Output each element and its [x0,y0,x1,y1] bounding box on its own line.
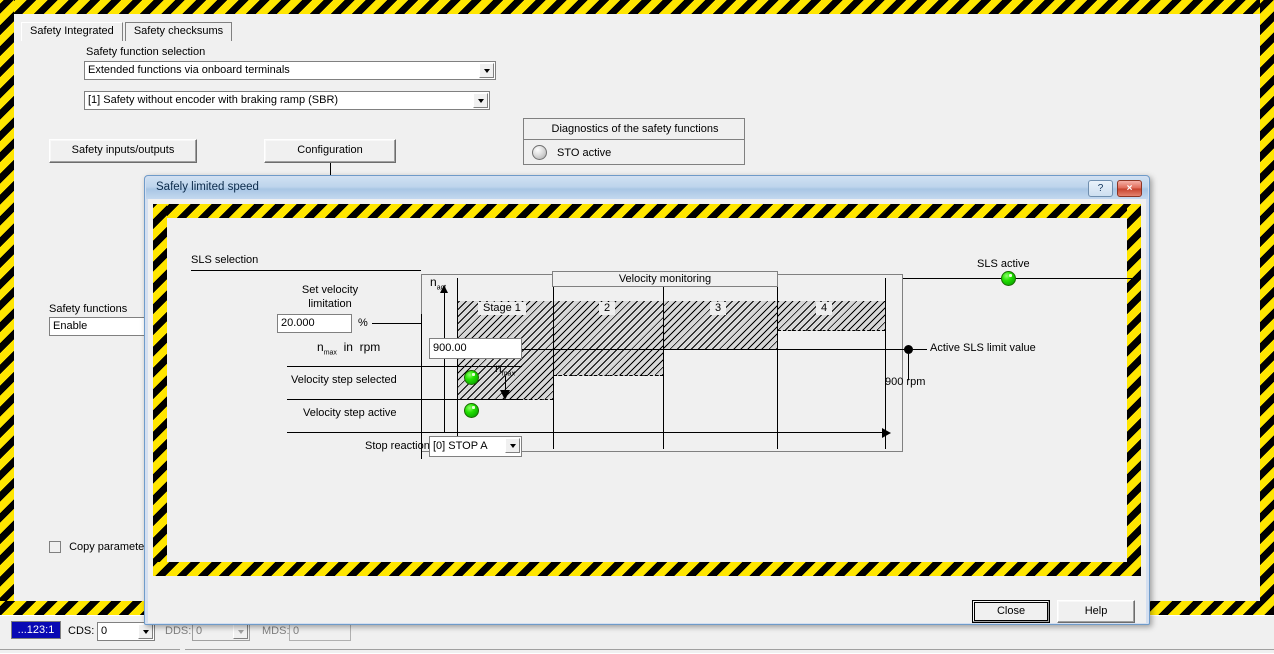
nmax-value-input[interactable]: 900.00 [429,338,522,359]
dialog-titlebar[interactable]: Safely limited speed ? × [146,177,1148,199]
chevron-down-icon[interactable] [479,63,494,78]
sls-selection-underline [191,270,421,271]
sto-active-led-icon [532,145,547,160]
active-limit-stub [913,349,927,350]
row-divider-2 [287,399,522,400]
row-divider-1 [287,366,522,367]
stage-label-1: Stage 1 [478,302,526,315]
dialog-content: nact Velocity monitoring Stage 1 2 3 4 n… [167,218,1133,562]
hazard-tape-top [0,0,1274,14]
active-limit-node-icon [904,345,913,354]
copy-parameter-label: Copy parameter [69,541,148,554]
dialog-hazard-tape-left [153,204,167,576]
row-divider-3 [287,432,522,433]
close-icon-button[interactable]: × [1117,180,1142,197]
nmax-annotation: nmax [488,361,522,400]
velocity-monitoring-chart: nact Velocity monitoring Stage 1 2 3 4 n… [421,271,903,452]
stage-column-end [885,278,886,449]
dialog-help-button[interactable]: Help [1057,600,1135,623]
chevron-down-icon[interactable] [138,624,153,639]
cds-label: CDS: [68,625,95,637]
safely-limited-speed-dialog: Safely limited speed ? × nact Velocity m… [144,175,1150,625]
status-divider-right [185,649,1274,654]
drive-indicator[interactable]: ...123:1 [11,621,61,639]
safety-variant-combo[interactable]: [1] Safety without encoder with braking … [84,91,490,110]
velocity-step-active-label: Velocity step active [303,407,397,419]
dialog-client-area: nact Velocity monitoring Stage 1 2 3 4 n… [148,199,1146,600]
y-axis-line [444,291,445,433]
active-limit-value: 900 rpm [885,376,926,388]
stop-reaction-combo[interactable]: [0] STOP A [429,436,522,457]
active-limit-label: Active SLS limit value [930,342,1036,354]
copy-parameter-checkbox[interactable] [49,541,61,554]
sto-active-label: STO active [557,147,612,159]
dds-value: 0 [196,625,203,637]
diagnostics-row-sto: STO active [523,139,745,165]
safety-inputs-outputs-button[interactable]: Safety inputs/outputs [49,139,197,163]
sls-active-label: SLS active [977,258,1030,270]
dds-label: DDS: [165,625,192,637]
set-velocity-limitation-label-line1: Set velocity [301,284,359,296]
safety-functions-label: Safety functions [49,303,128,315]
copy-parameter-checkbox-row[interactable]: Copy parameter [49,541,148,554]
set-velocity-limitation-label-line2: limitation [308,298,352,310]
sls-active-led-icon [1001,271,1016,286]
help-icon-button[interactable]: ? [1088,180,1113,197]
velocity-limit-wire [372,323,422,324]
chevron-down-icon [233,624,248,639]
hazard-tape-right [1260,0,1274,615]
tab-safety-integrated[interactable]: Safety Integrated [21,22,123,41]
vm-tick-2 [663,287,664,305]
mds-label: MDS: [262,625,290,637]
velocity-step-selected-led-icon [464,370,479,385]
dialog-title: Safely limited speed [156,181,259,193]
chevron-down-icon[interactable] [505,438,520,453]
tab-safety-checksums[interactable]: Safety checksums [124,22,233,41]
nmax-arrow-head-icon [500,390,510,400]
stop-reaction-label: Stop reaction [365,440,430,452]
status-divider-left [0,649,180,654]
dialog-hazard-tape-right [1127,204,1141,576]
tabstrip: Safety Integrated Safety checksums [21,22,233,41]
form-column-divider [421,314,422,459]
vm-tick-1 [553,287,554,305]
hazard-tape-left [0,0,14,615]
dialog-hazard-tape-top [153,204,1141,218]
dialog-close-button[interactable]: Close [972,600,1050,623]
diagnostics-title: Diagnostics of the safety functions [551,123,719,135]
sls-selection-label: SLS selection [191,254,259,266]
stop-reaction-value: [0] STOP A [433,440,488,452]
configuration-button[interactable]: Configuration [264,139,396,163]
active-limit-wire [522,349,908,350]
dialog-footer: Close Help [148,600,1146,623]
diagnostics-header: Diagnostics of the safety functions [523,118,745,140]
safety-function-selection-label: Safety function selection [86,46,206,58]
vm-tick-3 [777,287,778,305]
sls-active-wire [903,278,1133,279]
dialog-hazard-tape-bottom [153,562,1141,576]
stage-label-2: 2 [599,302,616,315]
safety-mode-combo[interactable]: Extended functions via onboard terminals [84,61,496,80]
stage-label-4: 4 [816,302,833,315]
set-velocity-limitation-value: 20.000 [281,317,315,329]
safety-mode-combo-value: Extended functions via onboard terminals [88,64,290,76]
safety-variant-combo-value: [1] Safety without encoder with braking … [88,94,339,106]
velocity-step-selected-label: Velocity step selected [291,374,397,386]
percent-unit-label: % [358,317,368,329]
cds-value: 0 [101,625,108,637]
chevron-down-icon[interactable] [473,93,488,108]
stage-label-3: 3 [710,302,727,315]
nmax-row-label: nmax in rpm [317,340,381,357]
set-velocity-limitation-input[interactable]: 20.000 [277,314,352,333]
velocity-monitoring-title-box: Velocity monitoring [552,271,778,287]
velocity-step-active-led-icon [464,403,479,418]
